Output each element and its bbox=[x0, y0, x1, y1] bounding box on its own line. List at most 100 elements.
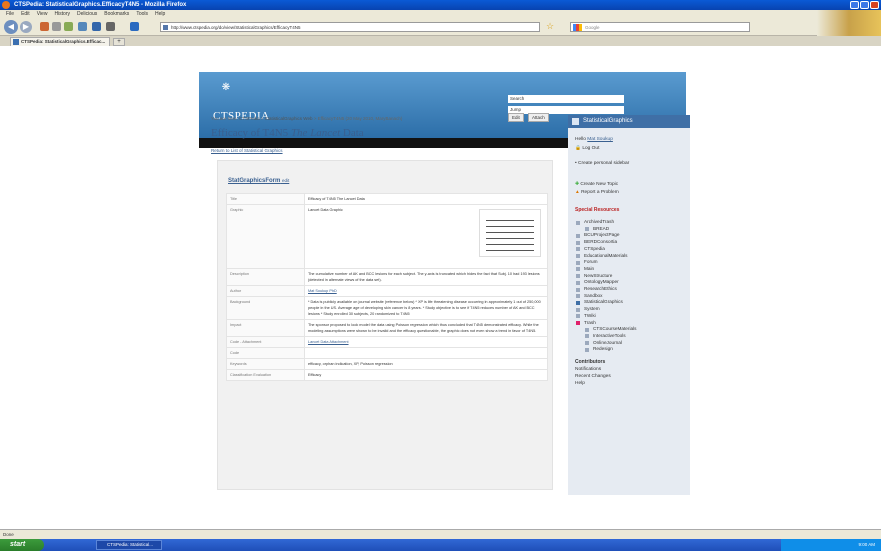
table-row: Code bbox=[226, 347, 548, 359]
breadcrumb-web[interactable]: StatisticalGraphics Web bbox=[265, 116, 313, 121]
tab-bar: CTSPedia: StatisticalGraphics.Efficac...… bbox=[0, 36, 881, 46]
stop-icon[interactable] bbox=[52, 22, 61, 31]
user-link[interactable]: Mat Soukup bbox=[587, 137, 613, 142]
attachment-cell: Lancet Data Attachment bbox=[304, 336, 548, 348]
table-row: Impact The sponsor proposed to look model… bbox=[226, 319, 548, 337]
menu-tools[interactable]: Tools bbox=[136, 10, 148, 18]
report-problem-item[interactable]: ▲ Report a Problem bbox=[575, 190, 619, 195]
web-bullet-icon bbox=[576, 287, 580, 292]
attach-button[interactable]: Attach bbox=[528, 113, 549, 122]
maximize-button[interactable] bbox=[860, 1, 869, 9]
web-list-item[interactable]: Sandbox bbox=[575, 293, 687, 300]
hello-text: Hello bbox=[575, 137, 586, 142]
menu-edit[interactable]: Edit bbox=[21, 10, 30, 18]
minimize-button[interactable] bbox=[850, 1, 859, 9]
back-arrow-icon[interactable]: ◀ bbox=[4, 20, 18, 34]
row-key: Title bbox=[226, 193, 305, 205]
author-cell: Mat Soukup PhD bbox=[304, 285, 548, 297]
web-list-item[interactable]: CTSpedia bbox=[575, 246, 687, 253]
web-name: StatisticalGraphics bbox=[583, 118, 633, 124]
web-list-item[interactable]: StatisticalGraphics bbox=[575, 299, 687, 306]
graphic-label: Lancet Data Graphic bbox=[308, 208, 343, 212]
attachment-link[interactable]: Lancet Data Attachment bbox=[308, 340, 349, 344]
notifications-link[interactable]: Notifications bbox=[575, 367, 601, 372]
web-label: CTSCourseMaterials bbox=[593, 326, 637, 332]
web-list-item[interactable]: EducationalMaterials bbox=[575, 253, 687, 260]
bookmark-toolbar-icon[interactable] bbox=[78, 22, 87, 31]
tab-favicon-icon bbox=[13, 39, 19, 45]
web-list-item[interactable]: ArchivedTrash bbox=[575, 219, 687, 226]
web-list-item[interactable]: Trash bbox=[575, 320, 687, 327]
web-list-item[interactable]: BERDConsortia bbox=[575, 239, 687, 246]
bookmark-star-icon[interactable]: ☆ bbox=[546, 21, 554, 32]
web-icon bbox=[572, 118, 579, 125]
logout-item[interactable]: 🔒 Log Out bbox=[575, 146, 599, 151]
edit-button[interactable]: Edit bbox=[508, 113, 524, 122]
new-topic-icon: ✚ bbox=[575, 182, 580, 187]
home-icon[interactable] bbox=[64, 22, 73, 31]
web-list-item[interactable]: Main bbox=[575, 266, 687, 273]
menu-view[interactable]: View bbox=[37, 10, 48, 18]
row-value: The sponsor proposed to look model the d… bbox=[304, 319, 548, 337]
web-bullet-icon bbox=[576, 220, 580, 225]
forward-arrow-icon[interactable]: ▶ bbox=[20, 21, 32, 33]
breadcrumb-ctspedia[interactable]: CTSPedia bbox=[239, 116, 260, 121]
menu-help[interactable]: Help bbox=[155, 10, 165, 18]
create-sidebar-item[interactable]: • Create personal sidebar bbox=[575, 161, 629, 166]
web-label: Forum bbox=[584, 259, 598, 265]
recent-changes-link[interactable]: Recent Changes bbox=[575, 374, 611, 379]
report-problem-label: Report a Problem bbox=[581, 190, 619, 195]
author-link[interactable]: Mat Soukup PhD bbox=[308, 289, 337, 293]
address-bar[interactable]: http://www.ctspedia.org/do/view/Statisti… bbox=[160, 22, 540, 32]
form-edit-link[interactable]: edit bbox=[282, 178, 289, 183]
web-label: StatisticalGraphics bbox=[584, 299, 623, 305]
status-text: Done bbox=[3, 532, 14, 537]
web-list-item[interactable]: Redesign bbox=[575, 346, 687, 353]
form-name[interactable]: StatGraphicsForm bbox=[228, 178, 280, 184]
row-key: Background bbox=[226, 296, 305, 320]
tab-ctspedia[interactable]: CTSPedia: StatisticalGraphics.Efficac... bbox=[10, 37, 110, 46]
reload-icon[interactable] bbox=[40, 22, 49, 31]
web-label: BCUProjectPage bbox=[584, 232, 620, 238]
search-box[interactable]: Google bbox=[570, 22, 750, 32]
web-list-item[interactable]: OntologyMapper bbox=[575, 279, 687, 286]
web-list-item[interactable]: NewStructure bbox=[575, 273, 687, 280]
site-search-input[interactable]: Search bbox=[508, 95, 624, 103]
page-title: Efficacy of T4N5 The Lancet Data bbox=[211, 127, 364, 139]
form-table: Title Efficacy of T4N5 The Lancet Data Gr… bbox=[226, 193, 548, 381]
contributors-heading: Contributors bbox=[575, 359, 606, 365]
web-list-item[interactable]: ResearchEthics bbox=[575, 286, 687, 293]
table-row: Background * Data is publicly available o… bbox=[226, 296, 548, 320]
menu-history[interactable]: History bbox=[54, 10, 70, 18]
return-link[interactable]: Return to List of Statistical Graphics bbox=[211, 148, 283, 153]
taskbar-task-firefox[interactable]: CTSPedia: Statistical... bbox=[96, 540, 162, 550]
graphic-thumbnail[interactable] bbox=[479, 209, 541, 257]
table-row: Description The cumulative number of AK a… bbox=[226, 268, 548, 286]
menu-delicious[interactable]: Delicious bbox=[77, 10, 97, 18]
web-list-item[interactable]: InteractiveTools bbox=[575, 333, 687, 340]
row-key: Graphic bbox=[226, 204, 305, 269]
delicious-icon[interactable] bbox=[92, 22, 101, 31]
start-button[interactable]: start bbox=[0, 539, 44, 551]
table-row: Graphic Lancet Data Graphic bbox=[226, 204, 548, 269]
web-label: NewStructure bbox=[584, 272, 613, 278]
close-button[interactable] bbox=[870, 1, 879, 9]
web-label: BREAD bbox=[593, 225, 610, 231]
help-link[interactable]: Help bbox=[575, 381, 585, 386]
menu-bookmarks[interactable]: Bookmarks bbox=[104, 10, 129, 18]
web-list-item[interactable]: OnlineJournal bbox=[575, 340, 687, 347]
web-list-item[interactable]: BCUProjectPage bbox=[575, 232, 687, 239]
web-list-item[interactable]: BREAD bbox=[575, 226, 687, 233]
create-topic-item[interactable]: ✚ Create New Topic bbox=[575, 182, 618, 187]
row-value: Efficacy bbox=[304, 369, 548, 381]
menu-file[interactable]: File bbox=[6, 10, 14, 18]
web-list-item[interactable]: TWiki bbox=[575, 313, 687, 320]
table-row: Code - Attachment Lancet Data Attachment bbox=[226, 336, 548, 348]
web-list-item[interactable]: System bbox=[575, 306, 687, 313]
new-tab-button[interactable]: + bbox=[113, 38, 125, 46]
sidebar-header[interactable]: StatisticalGraphics bbox=[568, 115, 690, 128]
print-icon[interactable] bbox=[106, 22, 115, 31]
web-list-item[interactable]: Forum bbox=[575, 259, 687, 266]
web-list-item[interactable]: CTSCourseMaterials bbox=[575, 326, 687, 333]
menu-bar: File Edit View History Delicious Bookmar… bbox=[0, 10, 881, 18]
